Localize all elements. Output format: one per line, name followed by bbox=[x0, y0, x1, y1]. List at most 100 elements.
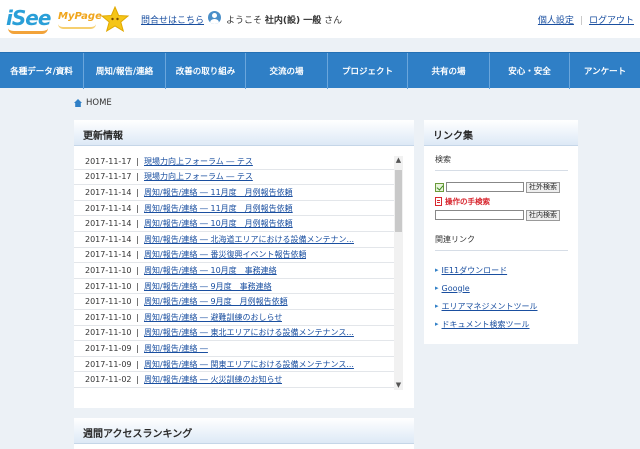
list-item: 2017-11-10 | 周知/報告/連絡 ― 9月度 事務連絡 bbox=[74, 279, 402, 295]
list-item: 2017-11-17 | 現場力向上フォーラム ― テス bbox=[74, 154, 402, 170]
inquiry-link[interactable]: 問合せはこちら bbox=[141, 13, 204, 26]
list-item: 2017-11-10 | 周知/報告/連絡 ― 10月度 事務連絡 bbox=[74, 263, 402, 279]
news-link[interactable]: 周知/報告/連絡 ― 東北エリアにおける設備メンテナンス... bbox=[144, 327, 354, 338]
divider: | bbox=[579, 16, 583, 26]
links-body: 検索 社外検索 操作の手検索 社内検索 関連リンク ▸ IE11ダウンロード ▸ G… bbox=[424, 146, 578, 333]
nav-item-data[interactable]: 各種データ/資料 bbox=[0, 53, 84, 89]
bullet-icon: ▸ bbox=[435, 266, 439, 274]
scroll-down-icon[interactable]: ▼ bbox=[394, 381, 403, 390]
list-item: 2017-11-14 | 周知/報告/連絡 ― 番災復興イベント報告依頼 bbox=[74, 248, 402, 264]
separator: | bbox=[136, 219, 139, 229]
list-item: 2017-11-02 | 周知/報告/連絡 ― 火災訓練のお知らせ bbox=[74, 372, 402, 388]
account-links: 個人設定 | ログアウト bbox=[538, 13, 634, 26]
list-item: 2017-11-14 | 周知/報告/連絡 ― 10月度 月例報告依頼 bbox=[74, 216, 402, 232]
logout-link[interactable]: ログアウト bbox=[589, 16, 634, 26]
news-date: 2017-11-14 bbox=[85, 187, 132, 197]
link-ie11[interactable]: IE11ダウンロード bbox=[442, 265, 508, 276]
internal-search-button[interactable]: 社内検索 bbox=[526, 209, 560, 221]
news-link[interactable]: 周知/報告/連絡 ― 番災復興イベント報告依頼 bbox=[144, 249, 306, 260]
link-google[interactable]: Google bbox=[442, 284, 470, 293]
list-item: ▸ エリアマネジメントツール bbox=[435, 297, 568, 315]
link-document-search[interactable]: ドキュメント検索ツール bbox=[442, 319, 530, 330]
mypage-logo-text: MyPage bbox=[58, 11, 102, 22]
news-link[interactable]: 現場力向上フォーラム ― テス bbox=[144, 171, 253, 182]
external-search-row: 社外検索 bbox=[435, 181, 568, 193]
internal-search-input[interactable] bbox=[435, 210, 524, 220]
news-link[interactable]: 周知/報告/連絡 ― 北海道エリアにおける設備メンテナン... bbox=[144, 234, 354, 245]
news-date: 2017-11-14 bbox=[85, 219, 132, 229]
news-link[interactable]: 周知/報告/連絡 ― 火災訓練のお知らせ bbox=[144, 374, 282, 385]
nav-item-notice[interactable]: 周知/報告/連絡 bbox=[84, 53, 166, 89]
news-list[interactable]: 2017-11-17 | 現場力向上フォーラム ― テス 2017-11-17 | 現場… bbox=[74, 154, 402, 398]
separator: | bbox=[136, 281, 139, 291]
check-icon[interactable] bbox=[435, 182, 444, 192]
list-item: ▸ Google bbox=[435, 279, 568, 297]
ranking-panel: 週間アクセスランキング bbox=[74, 418, 414, 449]
separator: | bbox=[136, 375, 139, 385]
external-search-input[interactable] bbox=[446, 182, 524, 192]
news-date: 2017-11-14 bbox=[85, 203, 132, 213]
mypage-logo[interactable]: MyPage bbox=[58, 8, 102, 29]
news-link[interactable]: 周知/報告/連絡 ― 11月度 月例報告依頼 bbox=[144, 203, 293, 214]
news-date: 2017-11-09 bbox=[85, 343, 132, 353]
news-link[interactable]: 周知/報告/連絡 ― 11月度 月例報告依頼 bbox=[144, 187, 293, 198]
news-link[interactable]: 周知/報告/連絡 ― 避難訓練のおしらせ bbox=[144, 312, 282, 323]
news-link[interactable]: 現場力向上フォーラム ― テス bbox=[144, 156, 253, 167]
cloud-icon bbox=[58, 24, 96, 29]
bullet-icon: ▸ bbox=[435, 302, 439, 310]
personal-settings-link[interactable]: 個人設定 bbox=[538, 16, 574, 26]
separator: | bbox=[136, 187, 139, 197]
nav-item-project[interactable]: プロジェクト bbox=[328, 53, 408, 89]
list-item: 2017-11-17 | 現場力向上フォーラム ― テス bbox=[74, 170, 402, 186]
search-label: 検索 bbox=[435, 154, 568, 171]
news-link[interactable]: 周知/報告/連絡 ― bbox=[144, 343, 208, 354]
separator: | bbox=[136, 234, 139, 244]
news-date: 2017-11-10 bbox=[85, 312, 132, 322]
scroll-thumb[interactable] bbox=[395, 170, 402, 232]
bullet-icon: ▸ bbox=[435, 320, 439, 328]
manual-text: 操作の手検索 bbox=[445, 197, 490, 206]
list-item: 2017-11-14 | 周知/報告/連絡 ― 11月度 月例報告依頼 bbox=[74, 185, 402, 201]
star-icon[interactable] bbox=[100, 6, 130, 32]
home-icon bbox=[74, 98, 82, 107]
list-item: 2017-11-10 | 周知/報告/連絡 ― 避難訓練のおしらせ bbox=[74, 310, 402, 326]
news-date: 2017-11-10 bbox=[85, 297, 132, 307]
separator: | bbox=[136, 265, 139, 275]
isee-logo[interactable]: iSee bbox=[6, 6, 52, 34]
external-search-button[interactable]: 社外検索 bbox=[526, 181, 560, 193]
nav-item-safety[interactable]: 安心・安全 bbox=[490, 53, 570, 89]
manual-icon bbox=[435, 197, 442, 206]
news-link[interactable]: 周知/報告/連絡 ― 関東エリアにおける設備メンテナンス... bbox=[144, 359, 354, 370]
bullet-icon: ▸ bbox=[435, 284, 439, 292]
news-heading: 更新情報 bbox=[74, 120, 414, 146]
link-area-management[interactable]: エリアマネジメントツール bbox=[442, 301, 538, 312]
separator: | bbox=[136, 172, 139, 182]
nav-item-exchange[interactable]: 交流の場 bbox=[246, 53, 328, 89]
related-links-label: 関連リンク bbox=[435, 234, 568, 251]
list-item: 2017-11-10 | 周知/報告/連絡 ― 9月度 月例報告依頼 bbox=[74, 294, 402, 310]
separator: | bbox=[136, 328, 139, 338]
list-item: ▸ ドキュメント検索ツール bbox=[435, 315, 568, 333]
news-date: 2017-11-10 bbox=[85, 265, 132, 275]
nav-item-survey[interactable]: アンケート bbox=[570, 53, 640, 89]
news-date: 2017-11-09 bbox=[85, 359, 132, 369]
welcome-text: ようこそ 社内(設) 一般 さん bbox=[226, 13, 342, 26]
news-link[interactable]: 周知/報告/連絡 ― 9月度 事務連絡 bbox=[144, 281, 272, 292]
breadcrumb-home[interactable]: HOME bbox=[86, 98, 112, 108]
separator: | bbox=[136, 156, 139, 166]
news-link[interactable]: 周知/報告/連絡 ― 10月度 月例報告依頼 bbox=[144, 218, 293, 229]
separator: | bbox=[136, 312, 139, 322]
news-panel: 更新情報 2017-11-17 | 現場力向上フォーラム ― テス 2017-11-… bbox=[74, 120, 414, 408]
news-link[interactable]: 周知/報告/連絡 ― 9月度 月例報告依頼 bbox=[144, 296, 288, 307]
nav-item-share[interactable]: 共有の場 bbox=[408, 53, 490, 89]
separator: | bbox=[136, 297, 139, 307]
news-scrollbar[interactable]: ▲ ▼ bbox=[394, 156, 403, 390]
list-item: 2017-11-14 | 周知/報告/連絡 ― 北海道エリアにおける設備メンテナン.… bbox=[74, 232, 402, 248]
manual-link[interactable]: 操作の手検索 bbox=[435, 196, 568, 207]
news-link[interactable]: 周知/報告/連絡 ― 10月度 事務連絡 bbox=[144, 265, 277, 276]
welcome-suffix: さん bbox=[324, 16, 343, 26]
links-heading: リンク集 bbox=[424, 120, 578, 146]
nav-item-improvement[interactable]: 改善の取り組み bbox=[166, 53, 246, 89]
scroll-up-icon[interactable]: ▲ bbox=[394, 156, 403, 165]
news-date: 2017-11-10 bbox=[85, 281, 132, 291]
